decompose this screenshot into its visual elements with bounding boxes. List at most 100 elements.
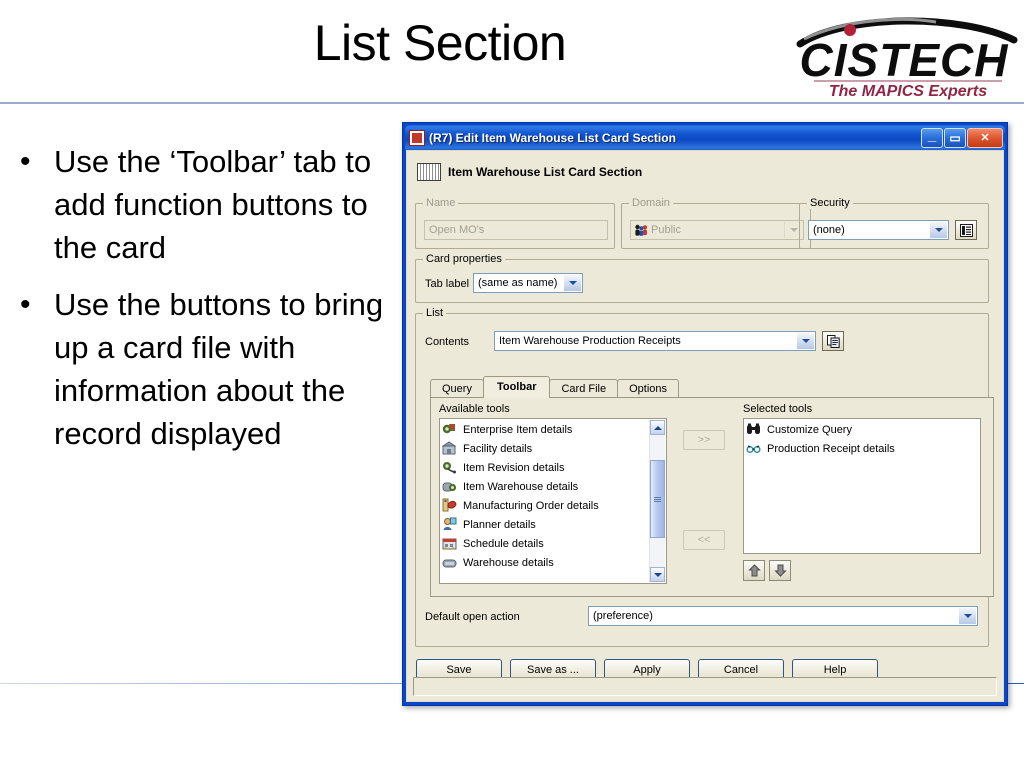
move-down-button[interactable] bbox=[769, 560, 791, 581]
list-item-label: Production Receipt details bbox=[767, 442, 895, 455]
item-revision-icon bbox=[442, 460, 458, 475]
default-open-action-value: (preference) bbox=[593, 610, 653, 622]
grip-icon bbox=[654, 496, 661, 502]
list-item[interactable]: Customize Query bbox=[746, 420, 980, 439]
list-item[interactable]: Schedule details bbox=[442, 534, 666, 553]
move-up-button[interactable] bbox=[743, 560, 765, 581]
default-open-action-caption: Default open action bbox=[425, 611, 520, 623]
list-item-label: Item Warehouse details bbox=[463, 480, 579, 493]
facility-icon bbox=[441, 441, 458, 456]
tab-label-select[interactable]: (same as name) bbox=[473, 273, 583, 293]
tab-toolbar[interactable]: Toolbar bbox=[482, 376, 551, 398]
available-tools-label: Available tools bbox=[439, 403, 510, 415]
domain-group: Domain Public bbox=[621, 197, 811, 249]
list-item: • Use the ‘Toolbar’ tab to add function … bbox=[14, 140, 396, 269]
tab-label-value: (same as name) bbox=[478, 277, 558, 289]
enterprise-item-icon bbox=[442, 422, 458, 437]
contents-copy-button[interactable] bbox=[822, 331, 844, 351]
name-input[interactable]: Open MO's bbox=[424, 220, 608, 240]
list-item-label: Customize Query bbox=[767, 423, 852, 436]
default-open-action-select[interactable]: (preference) bbox=[588, 606, 978, 626]
selected-tools-list[interactable]: Customize Query Production Receipt detai… bbox=[743, 418, 981, 554]
list-item-label: Facility details bbox=[463, 442, 533, 455]
available-tools-scrollbar[interactable] bbox=[649, 420, 665, 582]
card-section-title: Item Warehouse List Card Section bbox=[448, 165, 643, 179]
security-group-legend: Security bbox=[807, 197, 853, 209]
add-tool-button[interactable]: >> bbox=[683, 430, 725, 450]
tab-options[interactable]: Options bbox=[617, 379, 680, 398]
list-item-label: Enterprise Item details bbox=[463, 423, 573, 436]
tab-query[interactable]: Query bbox=[430, 379, 484, 398]
dialog-title: (R7) Edit Item Warehouse List Card Secti… bbox=[429, 130, 676, 145]
header-divider bbox=[0, 102, 1024, 104]
scroll-thumb[interactable] bbox=[650, 460, 665, 538]
list-item[interactable]: Manufacturing Order details bbox=[442, 496, 666, 515]
toolbar-tab-panel: Available tools Enterprise Item details bbox=[430, 397, 994, 597]
arrow-down-icon bbox=[773, 564, 787, 577]
planner-icon bbox=[442, 517, 458, 532]
security-value: (none) bbox=[813, 224, 845, 236]
list-item[interactable]: Item Revision details bbox=[442, 458, 666, 477]
page-title: List Section bbox=[313, 15, 567, 71]
bullet-list: • Use the ‘Toolbar’ tab to add function … bbox=[14, 140, 396, 469]
remove-tool-button[interactable]: << bbox=[683, 530, 725, 550]
dialog-titlebar[interactable]: (R7) Edit Item Warehouse List Card Secti… bbox=[405, 125, 1005, 150]
copy-pages-icon bbox=[826, 334, 840, 348]
binoculars-small-icon bbox=[746, 441, 762, 456]
svg-text:The MAPICS Experts: The MAPICS Experts bbox=[829, 83, 987, 100]
available-tools-list[interactable]: Enterprise Item details Facility details bbox=[439, 418, 667, 584]
contents-select[interactable]: Item Warehouse Production Receipts bbox=[494, 331, 816, 351]
maximize-icon: ▭ bbox=[949, 130, 961, 145]
domain-group-legend: Domain bbox=[629, 197, 673, 209]
svg-text:CISTECH: CISTECH bbox=[800, 34, 1009, 86]
close-icon: ✕ bbox=[980, 131, 990, 144]
item-warehouse-icon bbox=[442, 479, 458, 494]
app-icon bbox=[409, 129, 425, 146]
list-tabstrip: Query Toolbar Card File Options bbox=[430, 376, 680, 398]
security-browse-button[interactable] bbox=[955, 220, 977, 240]
card-section-header: Item Warehouse List Card Section bbox=[417, 163, 1003, 181]
binoculars-icon bbox=[746, 422, 762, 437]
tab-label-caption: Tab label bbox=[425, 278, 470, 290]
list-item[interactable]: Planner details bbox=[442, 515, 666, 534]
list-group: List Contents Item Warehouse Production … bbox=[415, 307, 994, 647]
list-item[interactable]: Production Receipt details bbox=[746, 439, 980, 458]
card-section-icon bbox=[417, 163, 441, 181]
people-icon bbox=[635, 224, 647, 236]
list-item[interactable]: Warehouse details bbox=[442, 553, 666, 572]
maximize-button[interactable]: ▭ bbox=[944, 127, 966, 148]
scroll-up-button[interactable] bbox=[650, 420, 665, 435]
list-group-legend: List bbox=[423, 307, 447, 319]
minimize-icon: _ bbox=[927, 126, 937, 144]
contents-caption: Contents bbox=[425, 336, 470, 348]
bullet-marker: • bbox=[20, 145, 31, 178]
selected-tools-label: Selected tools bbox=[743, 403, 813, 415]
edit-card-section-dialog: (R7) Edit Item Warehouse List Card Secti… bbox=[402, 122, 1008, 706]
chevron-down-icon[interactable] bbox=[958, 608, 976, 624]
cistech-logo-graphic: CISTECH The MAPICS Experts bbox=[796, 17, 1018, 100]
contents-value: Item Warehouse Production Receipts bbox=[499, 335, 681, 347]
list-item-label: Planner details bbox=[463, 518, 536, 531]
chevron-down-icon[interactable] bbox=[929, 222, 947, 238]
chevron-down-icon[interactable] bbox=[563, 275, 581, 291]
domain-value: Public bbox=[651, 224, 681, 236]
list-item[interactable]: Item Warehouse details bbox=[442, 477, 666, 496]
domain-select[interactable]: Public bbox=[630, 220, 804, 240]
warehouse-icon bbox=[442, 555, 458, 570]
list-item[interactable]: Facility details bbox=[441, 439, 666, 458]
bullet-marker: • bbox=[20, 288, 31, 321]
security-select[interactable]: (none) bbox=[808, 220, 949, 240]
close-button[interactable]: ✕ bbox=[967, 127, 1003, 148]
bullet-text: Use the buttons to bring up a card file … bbox=[54, 287, 384, 451]
arrow-up-icon bbox=[747, 564, 761, 577]
list-item-label: Warehouse details bbox=[463, 556, 554, 569]
chevron-down-icon[interactable] bbox=[796, 333, 814, 349]
name-group-legend: Name bbox=[423, 197, 459, 209]
bullet-text: Use the ‘Toolbar’ tab to add function bu… bbox=[54, 144, 372, 265]
tab-card-file[interactable]: Card File bbox=[549, 379, 619, 398]
slide: List Section CISTECH The MAPICS Experts … bbox=[0, 0, 1024, 768]
minimize-button[interactable]: _ bbox=[921, 126, 943, 148]
list-item[interactable]: Enterprise Item details bbox=[442, 420, 666, 439]
card-properties-group: Card properties Tab label (same as name) bbox=[415, 253, 989, 303]
scroll-down-button[interactable] bbox=[650, 567, 665, 582]
